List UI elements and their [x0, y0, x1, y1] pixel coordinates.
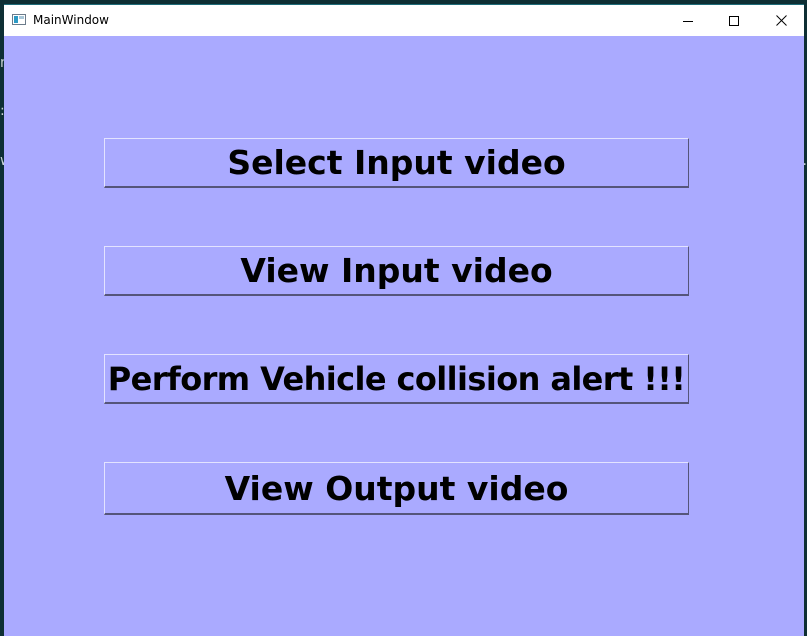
perform-vehicle-collision-alert-button[interactable]: Perform Vehicle collision alert !!! — [104, 354, 689, 404]
minimize-button[interactable] — [665, 5, 711, 36]
window-title: MainWindow — [33, 13, 109, 27]
select-input-video-button[interactable]: Select Input video — [104, 138, 689, 188]
minimize-icon — [683, 20, 693, 22]
maximize-icon — [729, 15, 739, 26]
app-window-icon — [12, 14, 26, 25]
view-output-video-button[interactable]: View Output video — [104, 462, 689, 515]
main-window: MainWindow Select Input video View Input… — [4, 4, 804, 636]
maximize-button[interactable] — [711, 5, 757, 36]
close-icon — [775, 15, 787, 26]
close-button[interactable] — [758, 5, 804, 36]
view-input-video-button[interactable]: View Input video — [104, 246, 689, 296]
title-bar[interactable]: MainWindow — [4, 5, 804, 36]
window-client-area: Select Input video View Input video Perf… — [4, 36, 804, 636]
